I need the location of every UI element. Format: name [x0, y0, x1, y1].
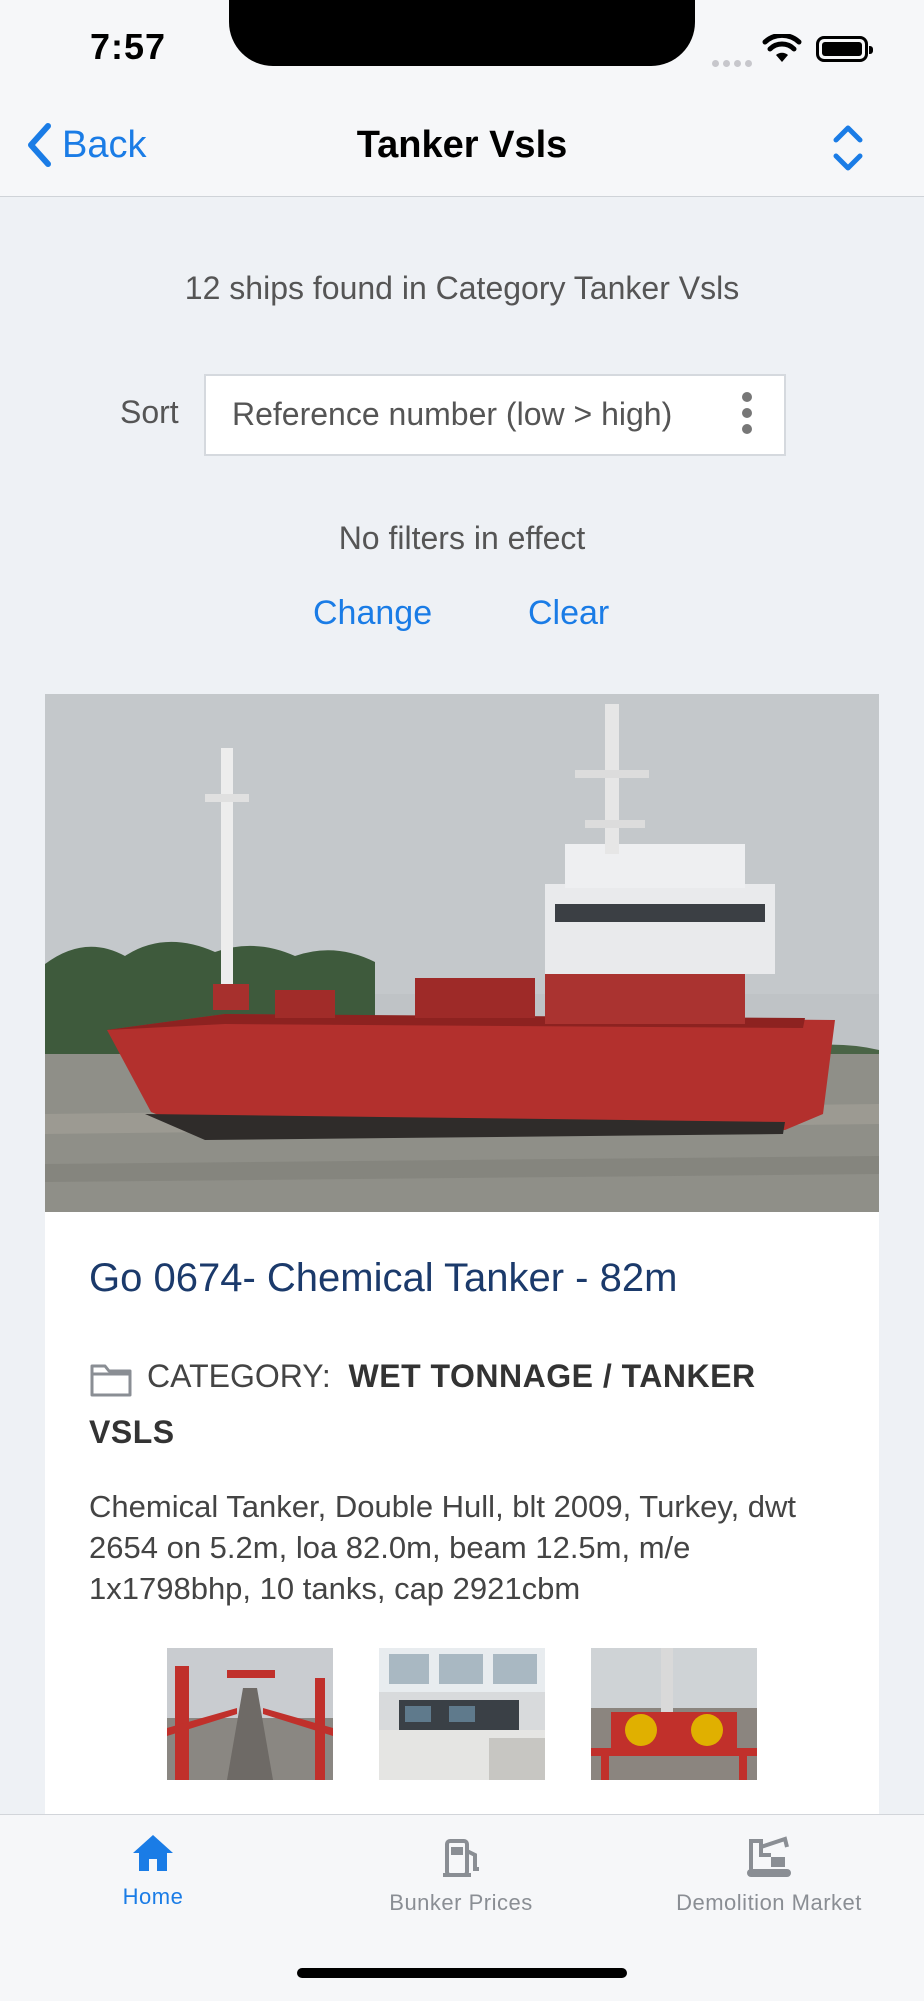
sort-value: Reference number (low > high) [232, 396, 673, 432]
tab-home-label: Home [122, 1884, 184, 1909]
deck-photo-thumbnail[interactable] [167, 1648, 333, 1780]
cellular-signal-icon [712, 54, 756, 72]
sort-order-icon[interactable] [828, 120, 868, 176]
listing-title[interactable]: Go 0674- Chemical Tanker - 82m [89, 1256, 677, 1301]
results-summary: 12 ships found in Category Tanker Vsls [184, 270, 740, 306]
status-time: 7:57 [90, 26, 167, 67]
navigation-bar: Back Tanker Vsls [0, 100, 924, 197]
page-title: Tanker Vsls [356, 124, 568, 166]
clear-filters-link[interactable]: Clear [528, 594, 609, 633]
tab-bunker-prices[interactable]: Bunker Prices [341, 1833, 581, 1916]
sort-select[interactable]: Reference number (low > high) [204, 374, 786, 456]
device-notch [229, 0, 695, 66]
tab-demolition-market-label: Demolition Market [676, 1890, 862, 1915]
folder-icon [90, 1364, 132, 1397]
winch-photo-thumbnail[interactable] [591, 1648, 757, 1780]
fuel-pump-icon [443, 1839, 479, 1877]
battery-icon [816, 36, 873, 62]
listing-description: Chemical Tanker, Double Hull, blt 2009, … [89, 1489, 797, 1606]
listing-card: Go 0674- Chemical Tanker - 82m CATEGORY:… [45, 694, 879, 1814]
tab-bunker-prices-label: Bunker Prices [389, 1890, 533, 1915]
bridge-photo-thumbnail[interactable] [379, 1648, 545, 1780]
tab-demolition-market[interactable]: Demolition Market [649, 1833, 889, 1916]
tab-home[interactable]: Home [33, 1833, 273, 1910]
sort-label: Sort [120, 394, 179, 430]
ship-photo[interactable] [45, 694, 879, 1212]
category-label: CATEGORY: [147, 1358, 331, 1394]
home-icon [133, 1835, 173, 1871]
listing-category: CATEGORY: WET TONNAGE / TANKER VSLS [89, 1348, 849, 1460]
home-indicator [297, 1968, 627, 1978]
wifi-icon [762, 34, 802, 62]
change-filters-link[interactable]: Change [313, 594, 432, 633]
status-bar: 7:57 [0, 0, 924, 100]
more-options-icon [742, 392, 752, 440]
crane-icon [747, 1836, 791, 1877]
filter-status: No filters in effect [338, 520, 586, 556]
